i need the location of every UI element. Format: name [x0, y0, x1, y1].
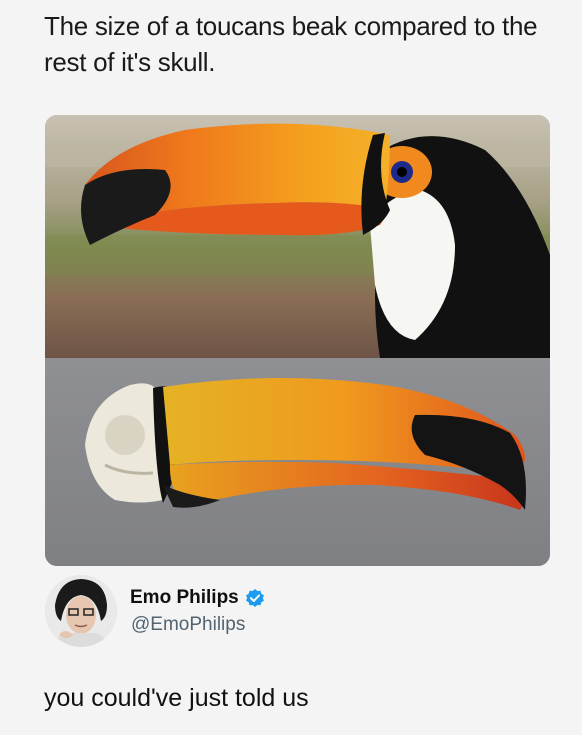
verified-badge-icon [245, 588, 265, 608]
post-title: The size of a toucans beak compared to t… [44, 11, 538, 77]
toucan-image [45, 115, 550, 566]
author-name[interactable]: Emo Philips [130, 587, 239, 609]
tweet-text: you could've just told us [44, 684, 309, 712]
avatar[interactable] [45, 575, 117, 647]
author-row[interactable]: Emo Philips [130, 587, 265, 609]
author-handle[interactable]: @EmoPhilips [131, 614, 245, 636]
